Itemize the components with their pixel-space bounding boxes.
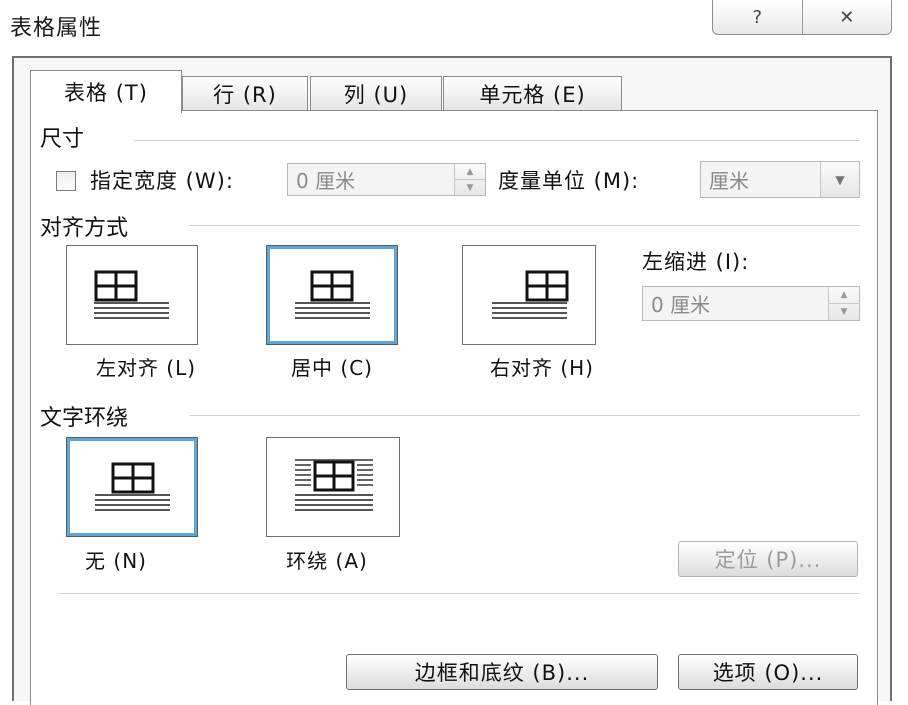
tab-row[interactable]: 行 (R) (182, 76, 308, 111)
dialog-title: 表格属性 (10, 16, 103, 41)
wrap-around-label: 环绕 (A) (286, 549, 368, 573)
specify-width-label: 指定宽度 (W): (90, 169, 234, 193)
spin-down-icon[interactable]: ▼ (829, 303, 859, 320)
wrapping-group-label: 文字环绕 (40, 406, 129, 431)
measure-unit-value: 厘米 (709, 169, 749, 193)
options-button[interactable]: 选项 (O)... (678, 654, 858, 690)
borders-shading-button[interactable]: 边框和底纹 (B)... (346, 654, 658, 690)
width-value: 0 厘米 (296, 169, 356, 193)
width-field[interactable]: 0 厘米 ▲ ▼ (287, 163, 486, 196)
position-button[interactable]: 定位 (P)... (678, 541, 858, 577)
wrap-none-option[interactable] (66, 437, 198, 537)
indent-field[interactable]: 0 厘米 ▲ ▼ (642, 286, 860, 321)
align-left-label: 左对齐 (L) (95, 356, 197, 380)
tab-table[interactable]: 表格 (T) (30, 70, 182, 113)
align-left-option[interactable] (66, 245, 198, 345)
width-spinner[interactable]: ▲ ▼ (454, 164, 485, 195)
wrap-around-icon (295, 459, 373, 511)
tab-column[interactable]: 列 (U) (310, 76, 442, 111)
wrap-none-label: 无 (N) (85, 549, 147, 573)
wrap-around-option[interactable] (266, 437, 400, 537)
alignment-group-label: 对齐方式 (40, 216, 129, 241)
size-group-label: 尺寸 (40, 127, 85, 152)
spin-up-icon[interactable]: ▲ (455, 164, 485, 179)
indent-value: 0 厘米 (651, 293, 711, 317)
align-center-label: 居中 (C) (291, 356, 373, 380)
specify-width-checkbox[interactable] (56, 171, 76, 191)
table-align-left-icon (94, 270, 169, 319)
chevron-down-icon[interactable]: ▼ (820, 162, 859, 197)
indent-label: 左缩进 (I): (642, 250, 750, 274)
title-buttons: ? ✕ (712, 0, 892, 35)
spin-up-icon[interactable]: ▲ (829, 287, 859, 303)
tab-cell[interactable]: 单元格 (E) (443, 76, 622, 111)
align-right-option[interactable] (462, 245, 596, 345)
wrap-none-icon (95, 462, 170, 511)
align-center-option[interactable] (266, 245, 398, 345)
indent-spinner[interactable]: ▲ ▼ (828, 287, 859, 320)
table-align-right-icon (492, 270, 569, 319)
close-button[interactable]: ✕ (801, 0, 892, 34)
spin-down-icon[interactable]: ▼ (455, 179, 485, 195)
measure-unit-select[interactable]: 厘米 ▼ (700, 161, 860, 198)
help-icon: ? (752, 6, 763, 28)
divider (190, 415, 860, 416)
divider (58, 593, 860, 594)
measure-unit-label: 度量单位 (M): (498, 169, 640, 193)
table-align-center-icon (295, 270, 370, 319)
tab-panel (30, 110, 878, 705)
divider (190, 225, 860, 226)
help-button[interactable]: ? (713, 0, 802, 34)
align-right-label: 右对齐 (H) (489, 356, 594, 380)
divider (134, 140, 860, 141)
close-icon: ✕ (839, 6, 855, 28)
